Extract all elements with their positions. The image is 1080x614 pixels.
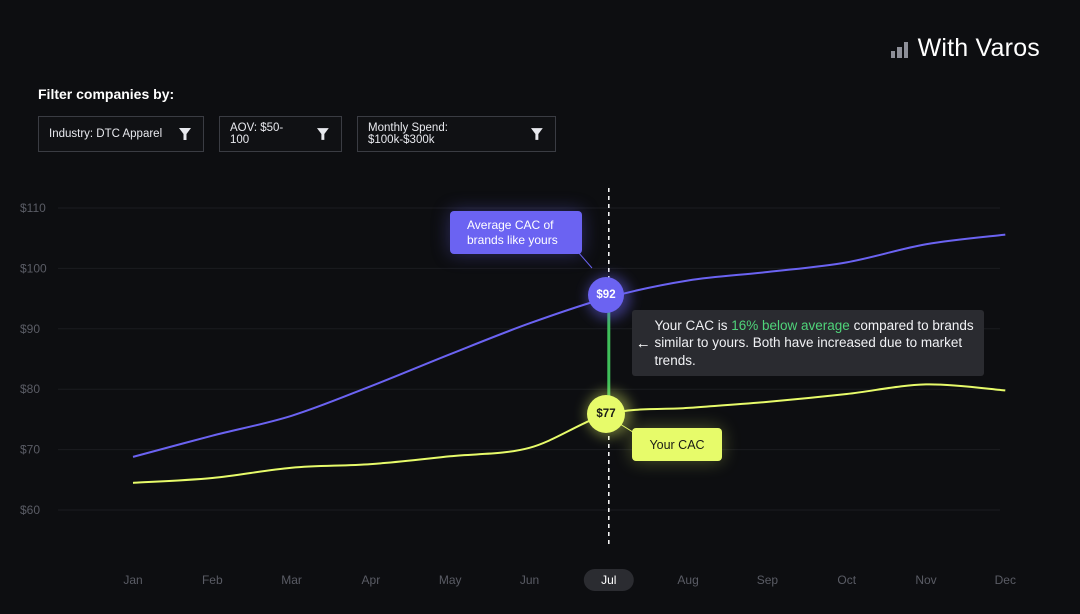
x-tick-label: Jun — [520, 573, 539, 587]
x-tick-label: Oct — [837, 573, 856, 587]
your-cac-tooltip: Your CAC — [632, 428, 722, 461]
average-cac-marker: $92 — [588, 277, 624, 313]
insight-highlight: 16% below average — [731, 317, 850, 333]
average-tooltip-pointer — [577, 251, 593, 269]
x-tick-label: Mar — [281, 573, 302, 587]
your-cac-marker: $77 — [587, 395, 625, 433]
arrow-left-icon: ← — [635, 334, 651, 352]
y-tick-label: $90 — [20, 322, 40, 336]
y-tick-label: $60 — [20, 503, 40, 517]
insight-box: ← Your CAC is 16% below average compared… — [632, 310, 984, 376]
x-tick-label: Jan — [123, 573, 142, 587]
y-tick-label: $70 — [20, 443, 40, 457]
y-tick-label: $110 — [20, 201, 46, 215]
x-tick-label: Aug — [677, 573, 698, 587]
x-tick-label: Nov — [915, 573, 936, 587]
x-tick-label: Apr — [362, 573, 381, 587]
x-tick-label: May — [439, 573, 462, 587]
insight-pre: Your CAC is — [654, 317, 732, 333]
x-tick-label: Dec — [995, 573, 1016, 587]
your-cac-line — [132, 383, 1006, 484]
insight-text: Your CAC is 16% below average compared t… — [654, 317, 984, 370]
x-tick-label: Jul — [601, 573, 616, 587]
x-tick-label: Sep — [757, 573, 779, 587]
average-cac-tooltip: Average CAC of brands like yours — [450, 211, 582, 254]
x-tick-label: Feb — [202, 573, 223, 587]
cac-line-chart: $110 $100 $90 $80 $70 $60 Jan Feb Mar Apr May Jun Ju… — [20, 188, 1016, 591]
y-tick-label: $100 — [20, 261, 47, 275]
y-tick-label: $80 — [20, 382, 40, 396]
